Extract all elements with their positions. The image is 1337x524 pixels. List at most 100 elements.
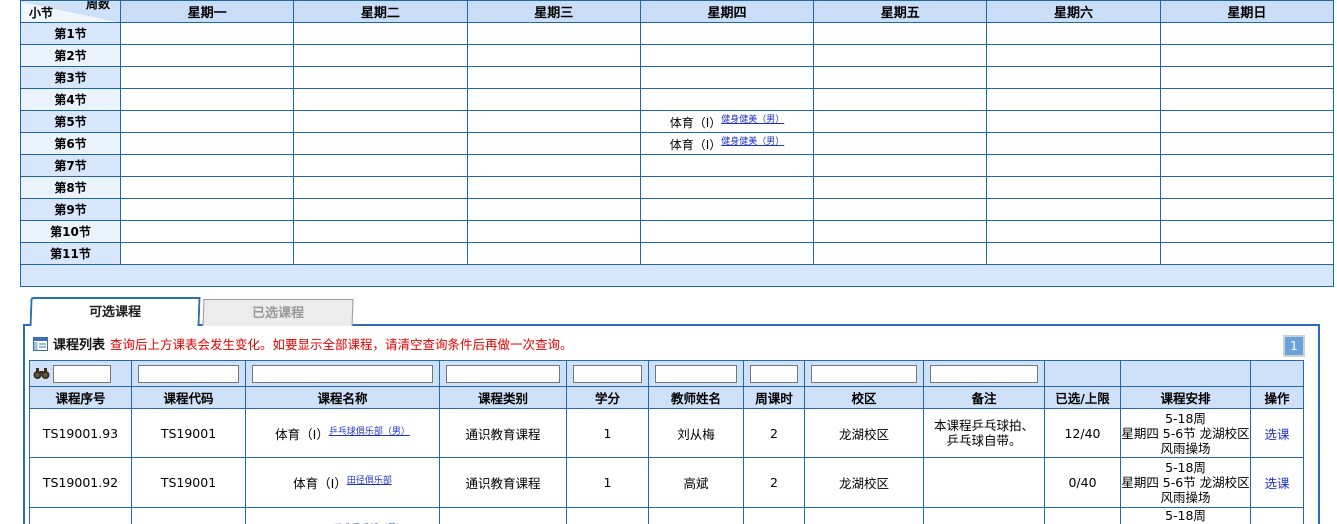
period-label: 第7节 <box>21 155 121 177</box>
column-header: 校区 <box>805 387 924 409</box>
timetable-cell <box>294 67 467 89</box>
cell-course-code: TS19001 <box>132 409 246 458</box>
filter-cell <box>1251 361 1304 387</box>
timetable-cell <box>294 199 467 221</box>
page-number-button[interactable]: 1 <box>1283 335 1305 357</box>
timetable-cell <box>1160 199 1333 221</box>
cell-credit: 1 <box>567 458 649 508</box>
course-club-link[interactable]: 田径俱乐部 <box>347 476 392 486</box>
timetable-cell <box>294 133 467 155</box>
cell-course-category: 通识教育课程 <box>440 409 567 458</box>
timetable-cell <box>121 111 294 133</box>
filter-input-1[interactable] <box>138 365 239 383</box>
timetable-cell <box>467 155 640 177</box>
timetable-cell <box>987 133 1160 155</box>
timetable-cell <box>1160 67 1333 89</box>
cell-course-name: 体育（Ⅰ）乒乓球俱乐部（男） <box>246 409 440 458</box>
day-header: 星期日 <box>1160 1 1333 23</box>
filter-input-4[interactable] <box>573 365 642 383</box>
cell-note <box>924 458 1045 508</box>
cell-course-name: 体育（Ⅰ）田径俱乐部 <box>246 458 440 508</box>
timetable-cell <box>987 177 1160 199</box>
timetable-cell <box>294 111 467 133</box>
cell-schedule: 5-18周 星期四 5-6节 龙湖校区风雨操场 <box>1121 508 1251 524</box>
column-header: 课程类别 <box>440 387 567 409</box>
query-notice: 查询后上方课表会发生变化。如要显示全部课程，请清空查询条件后再做一次查询。 <box>110 334 573 353</box>
binoculars-icon <box>33 367 50 380</box>
timetable-cell <box>814 133 987 155</box>
timetable-cell <box>121 133 294 155</box>
timetable-cell <box>1160 243 1333 265</box>
timetable-cell <box>121 243 294 265</box>
tab-selectable-courses[interactable]: 可选课程 <box>29 297 200 326</box>
timetable-cell <box>121 67 294 89</box>
timetable-cell <box>814 177 987 199</box>
timetable-cell <box>987 155 1160 177</box>
day-header: 星期一 <box>121 1 294 23</box>
column-header: 课程序号 <box>30 387 132 409</box>
period-label: 第4节 <box>21 89 121 111</box>
cell-campus: 龙湖校区 <box>805 458 924 508</box>
timetable-cell <box>121 155 294 177</box>
filter-input-8[interactable] <box>930 365 1038 383</box>
timetable-cell <box>1160 111 1333 133</box>
timetable-cell <box>640 67 813 89</box>
cell-credit: 1 <box>567 409 649 458</box>
timetable-cell <box>467 133 640 155</box>
filter-input-2[interactable] <box>252 365 433 383</box>
column-header: 学分 <box>567 387 649 409</box>
cell-enrolled-limit: 0/40 <box>1045 458 1121 508</box>
period-label: 第5节 <box>21 111 121 133</box>
timetable-cell <box>467 177 640 199</box>
table-list-icon <box>33 337 48 351</box>
timetable-cell <box>1160 155 1333 177</box>
course-row: TS19001.91TS19001体育（Ⅰ）武术俱乐部（男）通识教育课程1李铁2… <box>30 508 1304 524</box>
timetable-cell <box>294 155 467 177</box>
filter-input-6[interactable] <box>750 365 798 383</box>
timetable-cell <box>640 243 813 265</box>
period-label: 第6节 <box>21 133 121 155</box>
list-title: 课程列表 <box>53 334 105 353</box>
cell-weekly-hours: 2 <box>744 458 805 508</box>
timetable-cell <box>467 221 640 243</box>
timetable-cell <box>987 45 1160 67</box>
day-header: 星期二 <box>294 1 467 23</box>
timetable-course-club-link[interactable]: 健身健美（男） <box>721 115 784 125</box>
timetable-cell <box>294 243 467 265</box>
course-name-text: 体育（Ⅰ） <box>293 476 347 491</box>
timetable-cell <box>294 23 467 45</box>
cell-enrolled-limit: 12/40 <box>1045 409 1121 458</box>
column-header: 课程代码 <box>132 387 246 409</box>
filter-cell <box>246 361 440 387</box>
tab-selected-courses[interactable]: 已选课程 <box>203 299 354 326</box>
cell-teacher: 高斌 <box>649 458 744 508</box>
cell-note: 本课程乒乓球拍、 乒乓球自带。 <box>924 409 1045 458</box>
timetable-cell <box>121 177 294 199</box>
weekly-timetable: 周数小节星期一星期二星期三星期四星期五星期六星期日第1节第2节第3节第4节第5节… <box>20 0 1334 287</box>
day-header: 星期五 <box>814 1 987 23</box>
timetable-cell <box>814 243 987 265</box>
timetable-cell <box>467 199 640 221</box>
select-course-link[interactable]: 选课 <box>1264 427 1289 442</box>
timetable-course-club-link[interactable]: 健身健美（男） <box>721 137 784 147</box>
filter-input-3[interactable] <box>446 365 560 383</box>
notice-row: 课程列表 查询后上方课表会发生变化。如要显示全部课程，请清空查询条件后再做一次查… <box>25 326 1318 358</box>
period-label: 第8节 <box>21 177 121 199</box>
period-label: 第2节 <box>21 45 121 67</box>
course-name-text: 体育（Ⅰ） <box>275 427 329 442</box>
timetable-cell <box>467 89 640 111</box>
select-course-link[interactable]: 选课 <box>1264 476 1289 491</box>
filter-input-5[interactable] <box>655 365 737 383</box>
cell-action: 选课 <box>1251 508 1304 524</box>
course-club-link[interactable]: 乒乓球俱乐部（男） <box>329 427 410 437</box>
timetable-cell <box>294 221 467 243</box>
filter-input-0[interactable] <box>53 365 111 383</box>
period-label: 第9节 <box>21 199 121 221</box>
column-header: 教师姓名 <box>649 387 744 409</box>
cell-campus: 龙湖校区 <box>805 508 924 524</box>
filter-cell <box>567 361 649 387</box>
cell-credit: 1 <box>567 508 649 524</box>
cell-schedule: 5-18周 星期四 5-6节 龙湖校区风雨操场 <box>1121 458 1251 508</box>
cell-note <box>924 508 1045 524</box>
filter-input-7[interactable] <box>811 365 917 383</box>
